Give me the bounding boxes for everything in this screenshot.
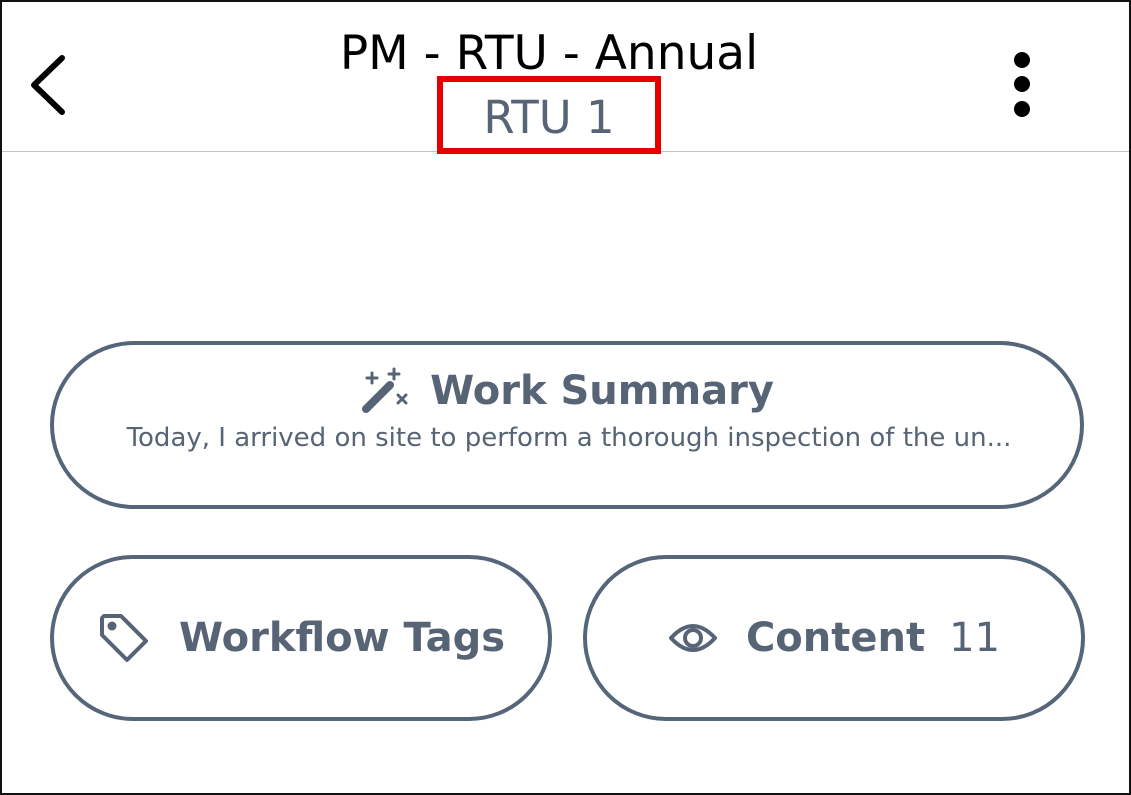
content-count: 11 xyxy=(949,615,1001,661)
more-vertical-icon xyxy=(1014,52,1030,117)
work-summary-text: Today, I arrived on site to perform a th… xyxy=(126,423,1012,453)
highlight-box xyxy=(437,76,661,154)
content-label: Content xyxy=(745,615,926,661)
work-summary-title: Work Summary xyxy=(430,368,774,414)
workflow-tags-label: Workflow Tags xyxy=(178,615,506,661)
header: PM - RTU - Annual RTU 1 xyxy=(2,2,1129,154)
more-options-button[interactable] xyxy=(1000,49,1044,125)
tag-icon xyxy=(97,611,151,665)
work-summary-button[interactable]: Work Summary Today, I arrived on site to… xyxy=(50,341,1084,509)
content-button[interactable]: Content 11 xyxy=(583,555,1085,721)
workflow-tags-button[interactable]: Workflow Tags xyxy=(50,555,552,721)
screen: PM - RTU - Annual RTU 1 Work Summary Tod… xyxy=(0,0,1131,795)
work-summary-header: Work Summary xyxy=(54,363,1080,419)
eye-icon xyxy=(668,618,718,658)
magic-wand-icon xyxy=(360,367,408,415)
